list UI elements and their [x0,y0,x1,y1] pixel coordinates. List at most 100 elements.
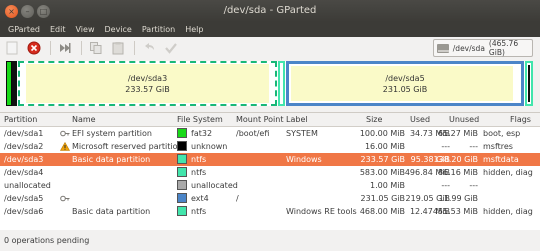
cell-flags: msftres [483,142,513,151]
disk-map-sda3-used [26,64,269,103]
fs-color-swatch [177,167,187,177]
resize-icon [60,43,71,53]
disk-map-sda3-name: /dev/sda3 [127,74,168,83]
cell-file-system: unknown [191,142,228,151]
disk-map-sda5-name: /dev/sda5 [385,74,425,83]
disk-map: /dev/sda3 233.57 GiB /dev/sda5 231.05 Gi… [6,61,533,106]
menu-device[interactable]: Device [99,25,136,34]
new-partition-button[interactable] [4,40,20,56]
table-row[interactable]: /dev/sda4 ntfs 583.00 MiB 496.84 MiB 86.… [0,166,540,179]
column-size[interactable]: Size [366,115,382,124]
column-flags[interactable]: Flags [510,115,531,124]
cell-name: Basic data partition [72,207,151,216]
fs-color-swatch [177,141,187,151]
cell-file-system: unallocated [191,181,238,190]
table-row[interactable]: /dev/sda1 EFI system partition fat32 /bo… [0,127,540,140]
table-row[interactable]: unallocated unallocated 1.00 MiB --- --- [0,179,540,192]
copy-icon [90,42,102,54]
column-unused[interactable]: Unused [449,115,479,124]
cell-unused: 65.27 MiB [437,129,478,138]
cell-unused: 11.99 GiB [438,194,478,203]
cell-partition: unallocated [4,181,51,190]
cell-unused: 138.20 GiB [433,155,478,164]
cell-size: 16.00 MiB [364,142,405,151]
cell-name: Microsoft reserved partition [72,142,183,151]
column-used[interactable]: Used [410,115,430,124]
gparted-window: × – □ /dev/sda - GParted GParted Edit Vi… [0,0,540,251]
cell-used: --- [441,181,450,190]
table-row[interactable]: /dev/sda5 ext4 / 231.05 GiB 219.05 GiB 1… [0,192,540,205]
paste-button[interactable] [110,40,126,56]
harddisk-icon [437,43,449,53]
cell-file-system: ntfs [191,155,207,164]
cell-label: SYSTEM [286,129,318,138]
fs-color-swatch [177,154,187,164]
cell-unused: 86.16 MiB [437,168,478,177]
cell-size: 468.00 MiB [359,207,405,216]
disk-map-sda3-size: 233.57 GiB [125,85,170,94]
device-name: /dev/sda [452,43,485,53]
column-partition[interactable]: Partition [4,115,37,124]
column-file-system[interactable]: File System [177,115,223,124]
cell-unused: --- [469,142,478,151]
window-title: /dev/sda - GParted [223,5,317,16]
cell-flags: boot, esp [483,129,521,138]
cell-size: 100.00 MiB [359,129,405,138]
delete-icon [27,41,41,55]
cell-name: EFI system partition [72,129,152,138]
disk-map-sda5[interactable]: /dev/sda5 231.05 GiB [286,61,524,106]
resize-move-button[interactable] [57,40,73,56]
cell-label: Windows RE tools [286,207,357,216]
device-selector[interactable]: /dev/sda (465.76 GiB) [433,39,533,57]
toolbar-separator [50,41,51,55]
fs-color-swatch [177,206,187,216]
cell-partition: /dev/sda1 [4,129,44,138]
cell-partition: /dev/sda6 [4,207,44,216]
menu-bar: GParted Edit View Device Partition Help [0,22,540,37]
column-name[interactable]: Name [72,115,96,124]
paste-icon [112,42,124,55]
key-icon [60,130,70,137]
cell-flags: msftdata [483,155,519,164]
menu-edit[interactable]: Edit [45,25,71,34]
key-icon [60,195,70,202]
table-row[interactable]: /dev/sda2 Microsoft reserved partition u… [0,140,540,153]
menu-view[interactable]: View [71,25,100,34]
menu-help[interactable]: Help [180,25,208,34]
table-row-selected[interactable]: /dev/sda3 Basic data partition ntfs Wind… [0,153,540,166]
disk-map-sda3[interactable]: /dev/sda3 233.57 GiB [18,61,277,106]
cell-name: Basic data partition [72,155,151,164]
apply-icon [165,43,177,54]
toolbar-separator [81,41,82,55]
cell-size: 1.00 MiB [370,181,405,190]
copy-button[interactable] [88,40,104,56]
undo-button[interactable] [141,40,157,56]
cell-unused: 455.53 MiB [432,207,478,216]
cell-file-system: fat32 [191,129,213,138]
menu-gparted[interactable]: GParted [3,25,45,34]
column-mount-point[interactable]: Mount Point [236,115,283,124]
cell-size: 233.57 GiB [360,155,405,164]
menu-partition[interactable]: Partition [137,25,180,34]
cell-file-system: ntfs [191,168,207,177]
cell-file-system: ext4 [191,194,209,203]
cell-partition: /dev/sda4 [4,168,44,177]
partition-table: Partition Name File System Mount Point L… [0,112,540,230]
undo-icon [145,43,154,50]
title-bar: × – □ /dev/sda - GParted [0,0,540,22]
table-header: Partition Name File System Mount Point L… [0,113,540,127]
disk-map-sda2[interactable] [12,61,17,106]
disk-map-sda5-size: 231.05 GiB [382,85,428,94]
fs-color-swatch [177,180,187,190]
column-label[interactable]: Label [286,115,308,124]
apply-button[interactable] [163,40,179,56]
cell-flags: hidden, diag [483,168,533,177]
cell-unused: --- [469,181,478,190]
cell-size: 231.05 GiB [360,194,405,203]
table-row[interactable]: /dev/sda6 Basic data partition ntfs Wind… [0,205,540,218]
disk-map-sda4[interactable] [278,61,285,106]
disk-map-sda6[interactable] [525,61,533,106]
status-text: 0 operations pending [4,236,90,245]
cell-mount-point: / [236,194,239,203]
delete-partition-button[interactable] [26,40,42,56]
